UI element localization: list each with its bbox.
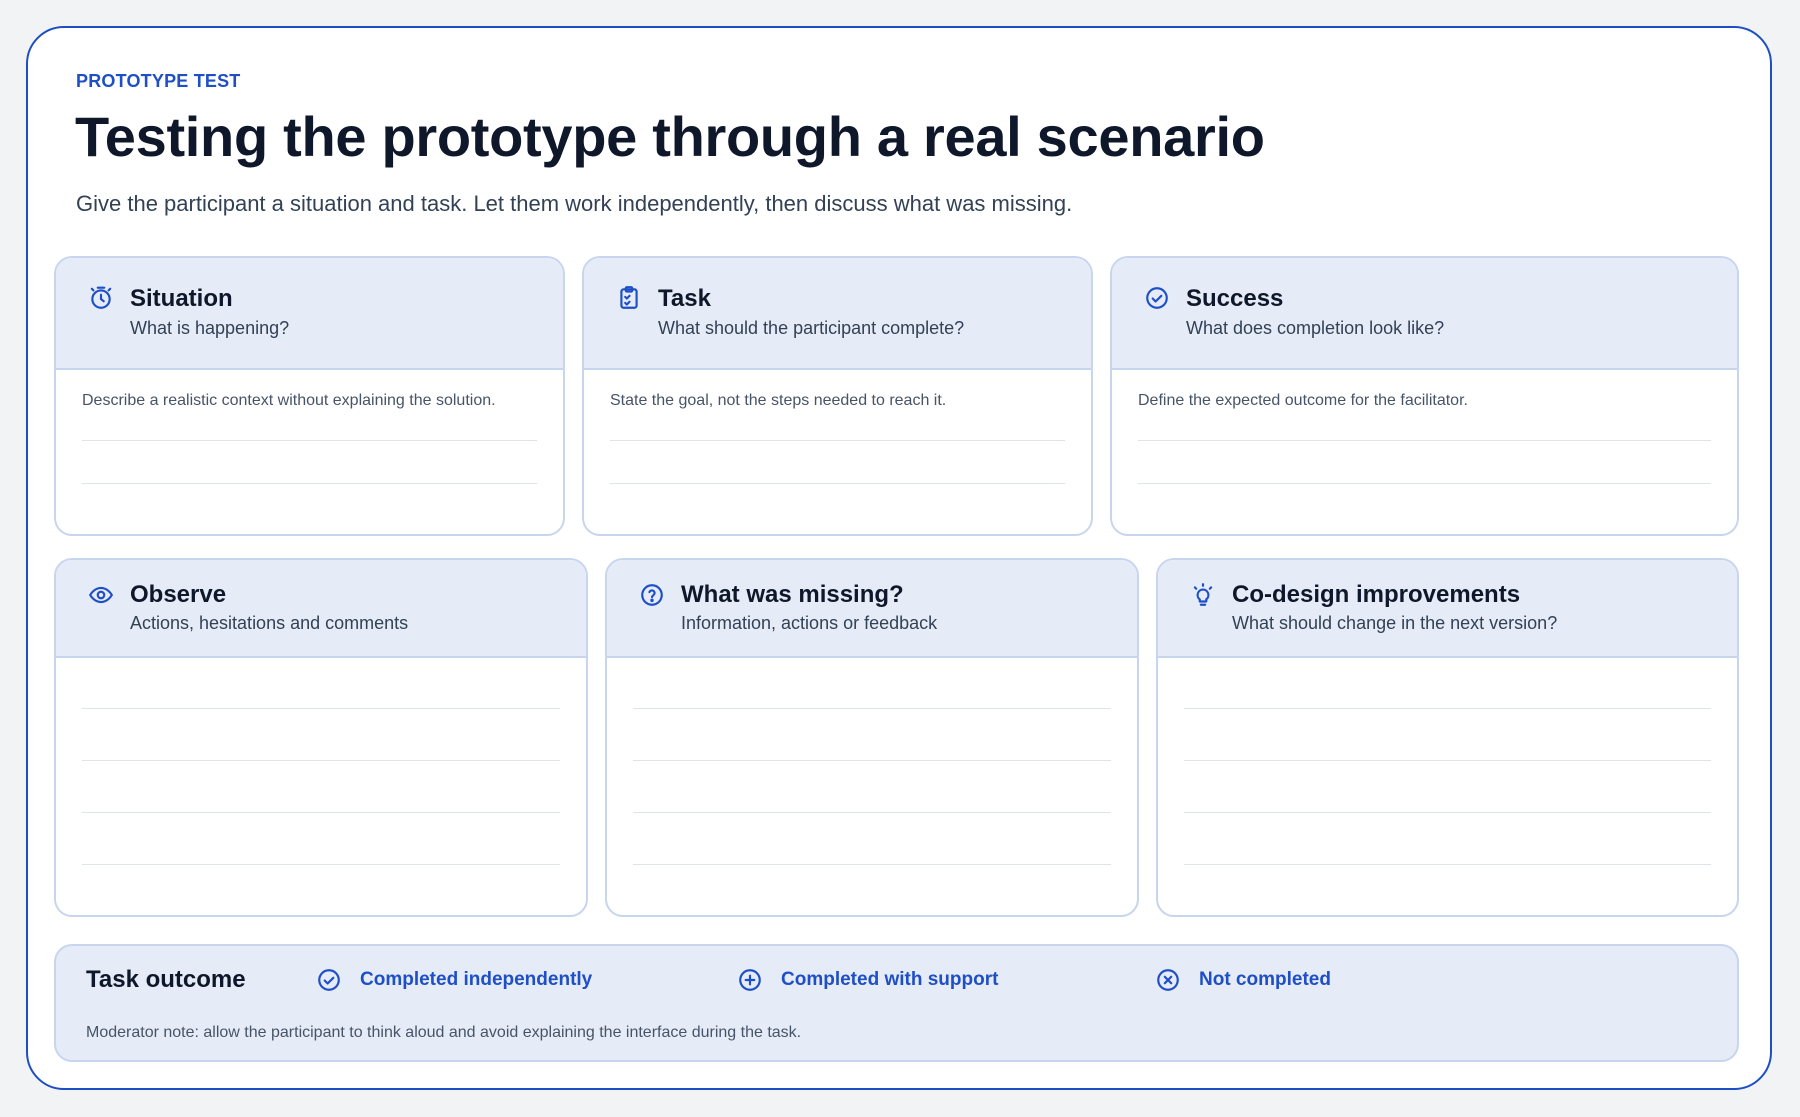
codesign-subtitle: What should change in the next version?	[1232, 613, 1558, 633]
plus-circle-icon	[737, 967, 763, 993]
outcome-option-label: Completed with support	[781, 969, 999, 990]
outcome-option-label: Not completed	[1199, 969, 1331, 990]
codesign-title: Co-design improvements	[1232, 581, 1521, 608]
missing-title: What was missing?	[681, 581, 904, 608]
task-outcome-title: Task outcome	[86, 966, 246, 993]
observe-title: Observe	[130, 581, 227, 608]
eyebrow-label: PROTOTYPE TEST	[76, 71, 241, 91]
writing-line	[610, 483, 1065, 484]
task-hint: State the goal, not the steps needed to …	[610, 392, 947, 409]
situation-hint: Describe a realistic context without exp…	[82, 392, 496, 409]
check-circle-icon	[316, 967, 342, 993]
outcome-option-completed-independently[interactable]: Completed independently	[316, 966, 592, 994]
success-title: Success	[1186, 285, 1284, 312]
task-title: Task	[658, 285, 711, 312]
codesign-card-header: Co-design improvements What should chang…	[1158, 560, 1737, 658]
situation-card: Situation What is happening? Describe a …	[54, 256, 565, 536]
situation-card-header: Situation What is happening?	[56, 258, 563, 370]
writing-line	[82, 483, 537, 484]
writing-line	[633, 760, 1111, 761]
x-circle-icon	[1155, 967, 1181, 993]
writing-line	[633, 812, 1111, 813]
writing-line	[1184, 708, 1711, 709]
task-card: Task What should the participant complet…	[582, 256, 1093, 536]
writing-line	[633, 708, 1111, 709]
outcome-option-completed-with-support[interactable]: Completed with support	[737, 966, 998, 994]
check-circle-icon	[1144, 285, 1170, 311]
page-subtitle: Give the participant a situation and tas…	[76, 191, 1073, 216]
moderator-note: Moderator note: allow the participant to…	[86, 1024, 802, 1041]
clipboard-check-icon	[616, 285, 642, 311]
observe-card-header: Observe Actions, hesitations and comment…	[56, 560, 586, 658]
writing-line	[82, 812, 560, 813]
writing-line	[1184, 864, 1711, 865]
outcome-option-label: Completed independently	[360, 969, 593, 990]
missing-subtitle: Information, actions or feedback	[681, 613, 938, 633]
observe-subtitle: Actions, hesitations and comments	[130, 613, 409, 633]
writing-line	[1184, 760, 1711, 761]
task-card-header: Task What should the participant complet…	[584, 258, 1091, 370]
missing-card: What was missing? Information, actions o…	[605, 558, 1139, 917]
question-circle-icon	[639, 582, 665, 608]
situation-title: Situation	[130, 285, 233, 312]
success-subtitle: What does completion look like?	[1186, 318, 1445, 338]
observe-card: Observe Actions, hesitations and comment…	[54, 558, 588, 917]
missing-card-header: What was missing? Information, actions o…	[607, 560, 1137, 658]
success-card-header: Success What does completion look like?	[1112, 258, 1737, 370]
task-outcome-panel: Task outcome Completed independently Com…	[54, 944, 1739, 1062]
success-card: Success What does completion look like? …	[1110, 256, 1739, 536]
writing-line	[610, 440, 1065, 441]
lightbulb-icon	[1190, 582, 1216, 608]
writing-line	[82, 440, 537, 441]
worksheet-page: PROTOTYPE TEST Testing the prototype thr…	[26, 26, 1772, 1090]
task-subtitle: What should the participant complete?	[658, 318, 965, 338]
eye-icon	[88, 582, 114, 608]
page-title: Testing the prototype through a real sce…	[75, 105, 1265, 168]
writing-line	[82, 708, 560, 709]
codesign-card: Co-design improvements What should chang…	[1156, 558, 1739, 917]
writing-line	[1138, 483, 1711, 484]
timer-icon	[88, 285, 114, 311]
writing-line	[1184, 812, 1711, 813]
writing-line	[1138, 440, 1711, 441]
outcome-option-not-completed[interactable]: Not completed	[1155, 966, 1331, 994]
writing-line	[633, 864, 1111, 865]
situation-subtitle: What is happening?	[130, 318, 290, 338]
success-hint: Define the expected outcome for the faci…	[1138, 392, 1468, 409]
writing-line	[82, 864, 560, 865]
writing-line	[82, 760, 560, 761]
